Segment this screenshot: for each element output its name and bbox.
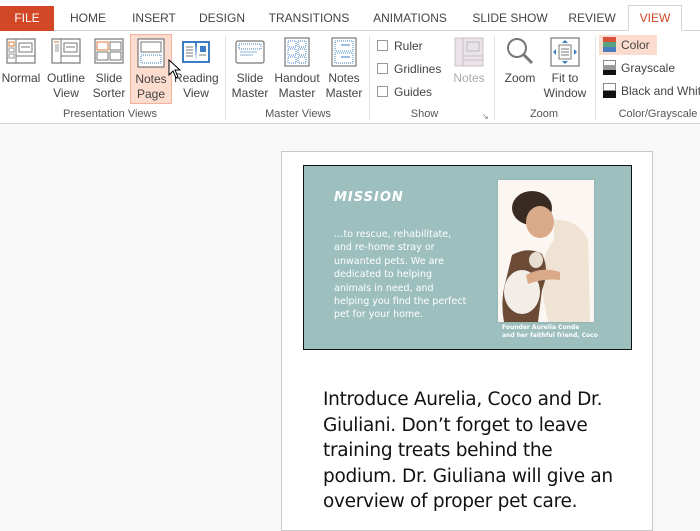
handout-master-label-2: Master [278, 86, 316, 100]
slide-sorter-label-1: Slide [95, 71, 123, 85]
tab-design[interactable]: DESIGN [196, 6, 248, 31]
group-separator [369, 36, 370, 120]
outline-view-label-1: Outline [46, 71, 86, 85]
notes-toggle-label: Notes [453, 71, 485, 85]
notes-master-label-2: Master [325, 86, 363, 100]
gridlines-label: Gridlines [394, 62, 442, 76]
handout-master-label-1: Handout [274, 71, 320, 85]
checkbox-box[interactable] [377, 63, 388, 75]
reading-view-icon [182, 41, 210, 63]
tab-slide-show[interactable]: SLIDE SHOW [470, 6, 550, 31]
notes-master-button[interactable]: Notes Master [324, 34, 364, 104]
tab-transitions[interactable]: TRANSITIONS [265, 6, 353, 31]
slide-master-icon [235, 40, 265, 64]
tab-insert[interactable]: INSERT [128, 6, 180, 31]
slide-sorter-label-2: Sorter [92, 86, 126, 100]
fit-to-window-icon [550, 37, 580, 67]
notes-master-label-1: Notes [328, 71, 360, 85]
tab-home[interactable]: HOME [64, 6, 112, 31]
ruler-checkbox[interactable]: Ruler [377, 39, 423, 55]
tab-animations[interactable]: ANIMATIONS [368, 6, 452, 31]
checkbox-box[interactable] [377, 40, 388, 52]
speaker-notes-text[interactable]: Introduce Aurelia, Coco and Dr. Giuliani… [323, 387, 623, 515]
black-and-white-label: Black and White [621, 84, 700, 98]
caption-line-1: Founder Aurelia Conde [502, 324, 580, 331]
ruler-label: Ruler [394, 39, 423, 53]
slide-master-label-2: Master [231, 86, 269, 100]
slide-photo-caption: Founder Aurelia Conde and her faithful f… [502, 324, 598, 340]
handout-master-icon [284, 37, 310, 67]
slide-master-label-1: Slide [236, 71, 264, 85]
reading-view-label-2: View [183, 86, 209, 100]
color-grayscale-group-label: Color/Grayscale [618, 108, 698, 120]
grayscale-option[interactable]: Grayscale [599, 58, 675, 78]
dialog-launcher-icon[interactable]: ↘ [482, 112, 490, 121]
normal-view-button[interactable]: Normal [0, 34, 42, 104]
group-separator [225, 36, 226, 120]
caption-line-2: and her faithful friend, Coco [502, 332, 598, 339]
black-and-white-option[interactable]: Black and White [599, 81, 700, 101]
slide-photo [498, 180, 594, 322]
notes-page-label-1: Notes [135, 72, 167, 86]
tab-review[interactable]: REVIEW [566, 6, 618, 31]
color-label: Color [621, 38, 650, 52]
handout-master-button[interactable]: Handout Master [272, 34, 322, 104]
slide-sorter-button[interactable]: Slide Sorter [90, 34, 128, 104]
notes-toggle-button[interactable]: Notes [450, 34, 488, 104]
checkbox-box[interactable] [377, 86, 388, 98]
tab-file[interactable]: FILE [0, 6, 54, 31]
color-option[interactable]: Color [599, 35, 657, 55]
fit-to-window-button[interactable]: Fit to Window [542, 34, 588, 104]
outline-view-button[interactable]: Outline View [45, 34, 87, 104]
slide-thumbnail[interactable]: MISSION …to rescue, rehabilitate, and re… [303, 165, 632, 350]
normal-view-label: Normal [1, 71, 41, 85]
fit-to-window-label-2: Window [543, 86, 587, 100]
zoom-label: Zoom [504, 71, 536, 85]
outline-view-label-2: View [53, 86, 79, 100]
slide-title: MISSION [334, 190, 404, 205]
slide-master-button[interactable]: Slide Master [230, 34, 270, 104]
group-separator [595, 36, 596, 120]
black-and-white-swatch-icon [603, 83, 616, 99]
notes-page-icon [137, 38, 165, 68]
master-views-group-label: Master Views [265, 108, 331, 120]
tab-view[interactable]: VIEW [628, 5, 682, 31]
grayscale-swatch-icon [603, 60, 616, 76]
notes-page-label-2: Page [136, 87, 166, 101]
guides-label: Guides [394, 85, 433, 99]
ribbon-tab-bar: FILE HOME INSERT DESIGN TRANSITIONS ANIM… [0, 0, 700, 31]
fit-to-window-label-1: Fit to [551, 71, 579, 85]
color-swatch-icon [603, 37, 616, 53]
zoom-group-label: Zoom [529, 108, 559, 120]
show-group-label: Show [410, 108, 439, 120]
gridlines-checkbox[interactable]: Gridlines [377, 62, 441, 78]
notes-master-icon [331, 37, 357, 67]
presentation-views-group-label: Presentation Views [63, 108, 157, 120]
notes-page-button[interactable]: Notes Page [130, 34, 172, 104]
slide-body-text: …to rescue, rehabilitate, and re-home st… [334, 229, 467, 321]
outline-view-icon [51, 38, 81, 64]
notes-pane-icon [454, 37, 484, 67]
group-separator [494, 36, 495, 120]
zoom-icon [507, 38, 534, 65]
founder-with-dog-image [498, 180, 594, 322]
ribbon: Normal Outline View Slide Sorter Notes P… [0, 31, 700, 124]
grayscale-label: Grayscale [621, 61, 676, 75]
zoom-button[interactable]: Zoom [500, 34, 540, 104]
slide-sorter-icon [94, 38, 124, 64]
guides-checkbox[interactable]: Guides [377, 85, 432, 101]
mouse-cursor-icon [168, 59, 182, 79]
normal-view-icon [6, 38, 36, 64]
